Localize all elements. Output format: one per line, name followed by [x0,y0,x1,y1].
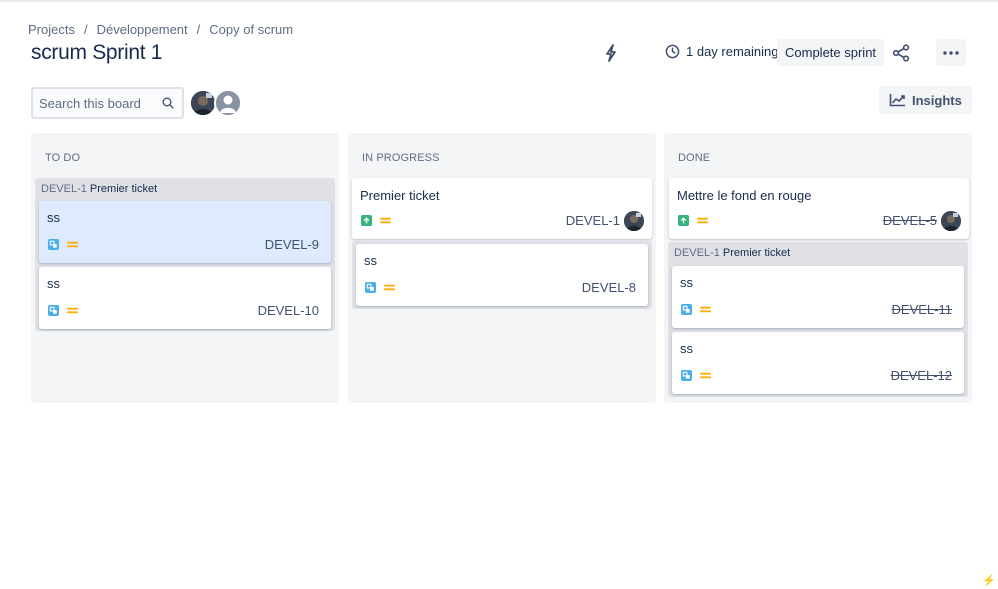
issue-card[interactable]: Premier ticket DEVEL-1 [352,178,652,239]
breadcrumb-projects[interactable]: Projects [28,22,75,37]
medium-priority-icon [67,307,78,314]
search-field [31,87,184,119]
card-icons [48,239,86,250]
card-icons [678,215,716,226]
assignee-avatar[interactable] [624,211,644,231]
user-icon [216,91,240,115]
column-title: IN PROGRESS [362,152,440,164]
insights-label: Insights [912,92,962,108]
story-icon [361,215,372,226]
subtask-group: ss DEVEL-8 [352,241,652,309]
more-actions-button[interactable] [936,39,966,66]
breadcrumb-separator: / [196,22,201,37]
medium-priority-icon [67,241,78,248]
card-summary: ss [47,210,60,225]
user-photo-icon [624,211,644,231]
medium-priority-icon [384,284,395,291]
medium-priority-icon [700,306,711,313]
card-icons [48,305,86,316]
issue-key[interactable]: DEVEL-8 [582,280,636,295]
issue-card[interactable]: ss DEVEL-12 [672,332,964,394]
page-title: scrum Sprint 1 [31,41,163,64]
sprint-remaining: 1 day remaining [665,44,779,59]
user-photo-icon [941,211,961,231]
column-title: TO DO [45,152,81,164]
issue-card[interactable]: ss DEVEL-11 [672,266,964,328]
parent-group-label: DEVEL-1 Premier ticket [674,247,790,259]
medium-priority-icon [380,217,391,224]
parent-group-label: DEVEL-1 Premier ticket [41,183,157,195]
column-done: DONE Mettre le fond en rouge DEVEL-5 DEV… [664,133,972,403]
card-summary: Premier ticket [360,188,440,203]
issue-card[interactable]: Mettre le fond en rouge DEVEL-5 [669,178,969,239]
clock-icon [665,44,680,59]
user-photo-icon [191,91,215,115]
card-icons [681,304,719,315]
issue-key[interactable]: DEVEL-5 [883,213,937,228]
parent-title: Premier ticket [722,247,791,259]
parent-group[interactable]: DEVEL-1 Premier ticket ss DEVEL-9 ss DEV… [35,178,335,331]
card-icons [681,370,719,381]
medium-priority-icon [697,217,708,224]
search-icon [162,97,174,109]
issue-card[interactable]: ss DEVEL-10 [39,267,331,329]
breadcrumb-separator: / [83,22,88,37]
automation-button[interactable] [600,42,622,64]
column-in-progress: IN PROGRESS Premier ticket DEVEL-1 ss DE… [348,133,656,403]
card-summary: ss [680,341,693,356]
unassigned-avatar[interactable] [214,89,242,117]
card-summary: Mettre le fond en rouge [677,188,812,203]
breadcrumb-project[interactable]: Développement [97,22,188,37]
remaining-label: 1 day remaining [686,44,779,59]
more-icon [943,50,959,55]
issue-card[interactable]: ss DEVEL-9 [39,201,331,263]
parent-title: Premier ticket [89,183,158,195]
lightning-corner-icon: ⚡ [982,575,996,587]
top-divider [0,0,998,2]
medium-priority-icon [700,372,711,379]
issue-key[interactable]: DEVEL-12 [891,368,952,383]
issue-key[interactable]: DEVEL-11 [892,302,952,317]
search-input[interactable] [39,95,159,111]
breadcrumb-board[interactable]: Copy of scrum [209,22,293,37]
share-button[interactable] [889,41,913,65]
avatar[interactable] [189,89,217,117]
card-icons [361,215,399,226]
column-title: DONE [678,152,711,164]
assignee-avatar[interactable] [941,211,961,231]
subtask-icon [48,239,59,250]
column-todo: TO DO DEVEL-1 Premier ticket ss DEVEL-9 … [31,133,339,403]
insights-button[interactable]: Insights [879,86,972,114]
complete-sprint-button[interactable]: Complete sprint [777,39,885,66]
issue-key[interactable]: DEVEL-10 [258,303,319,318]
breadcrumb: Projects / Développement / Copy of scrum [28,22,293,37]
card-icons [365,282,403,293]
issue-card[interactable]: ss DEVEL-8 [356,244,648,306]
card-summary: ss [47,276,60,291]
parent-group[interactable]: DEVEL-1 Premier ticket ss DEVEL-11 ss DE… [668,242,968,397]
issue-key[interactable]: DEVEL-1 [566,213,620,228]
story-icon [678,215,689,226]
chart-line-icon [889,94,905,107]
issue-key[interactable]: DEVEL-9 [265,237,319,252]
subtask-icon [365,282,376,293]
lightning-bolt-icon [606,44,616,62]
subtask-icon [681,304,692,315]
subtask-icon [681,370,692,381]
subtask-icon [48,305,59,316]
card-summary: ss [364,253,377,268]
share-icon [892,44,910,62]
card-summary: ss [680,275,693,290]
parent-key: DEVEL-1 [674,247,720,259]
parent-key: DEVEL-1 [41,183,87,195]
